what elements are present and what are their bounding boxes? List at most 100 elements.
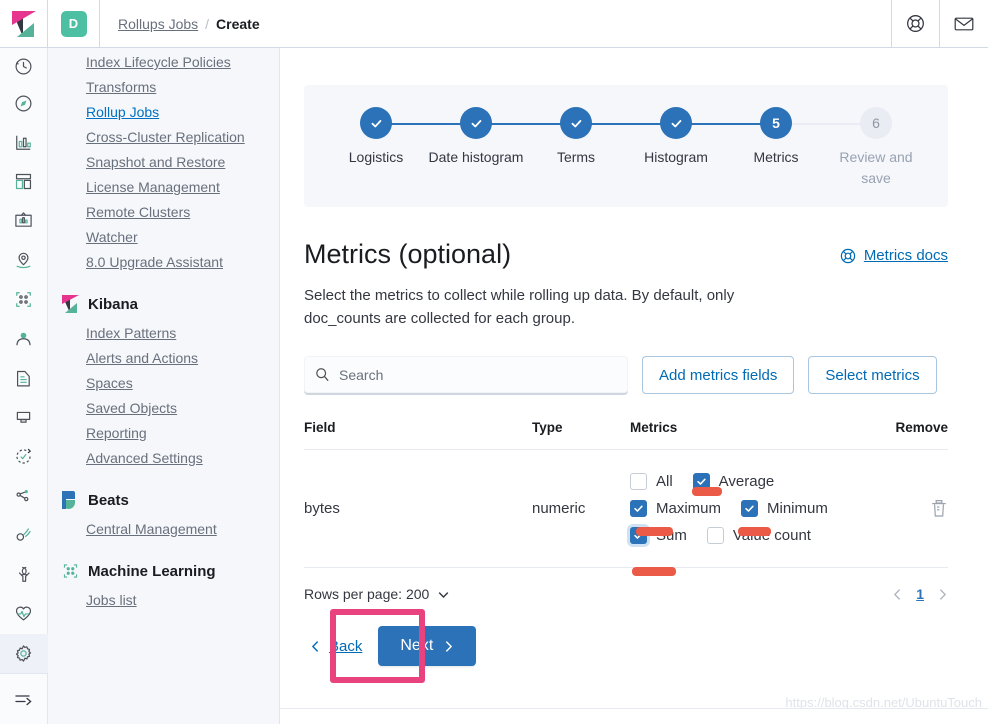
kibana-logo[interactable] [0,0,48,48]
collapse-nav-button[interactable] [0,672,48,724]
red-annotation-mark-3 [738,527,771,536]
select-metrics-button[interactable]: Select metrics [808,356,937,394]
rail-button-monitoring[interactable] [0,594,48,633]
red-annotation-mark-2 [636,527,673,536]
rail-button-visualize[interactable] [0,123,48,162]
rail-button-dev-tools[interactable] [0,555,48,594]
rail-button-logs[interactable] [0,358,48,397]
nav-item-index-patterns[interactable]: Index Patterns [48,321,279,346]
checkbox-label: Average [718,473,775,490]
red-annotation-mark-4 [632,567,676,576]
nav-item-8-0-upgrade-assistant[interactable]: 8.0 Upgrade Assistant [48,250,279,275]
kibana-mark-icon [62,295,79,313]
nav-item-license-management[interactable]: License Management [48,175,279,200]
add-metrics-fields-button[interactable]: Add metrics fields [642,356,795,394]
stepper-step-logistics[interactable]: Logistics [326,107,426,189]
stepper-step-histogram[interactable]: Histogram [626,107,726,189]
step-label: Review and save [839,149,913,186]
rail-button-graph[interactable] [0,516,48,555]
metrics-docs-link[interactable]: Metrics docs [840,237,948,264]
rows-per-page-selector[interactable]: Rows per page: 200 [304,586,450,602]
rail-button-siem[interactable] [0,476,48,515]
nav-item-reporting[interactable]: Reporting [48,421,279,446]
step-circle [560,107,592,139]
rail-button-apm[interactable] [0,398,48,437]
global-header: D Rollups Jobs / Create [0,0,988,48]
breadcrumb: Rollups Jobs / Create [100,16,260,32]
primary-nav-rail [0,48,48,724]
breadcrumb-item-create: Create [216,15,260,32]
metrics-table: Field Type Metrics Remove bytes numeric … [304,420,948,576]
nav-item-cross-cluster-replication[interactable]: Cross-Cluster Replication [48,125,279,150]
chevron-right-icon[interactable] [937,588,948,601]
remove-field-button[interactable] [880,499,948,518]
nav-item-watcher[interactable]: Watcher [48,225,279,250]
help-button[interactable] [892,0,940,48]
rail-button-maps[interactable] [0,241,48,280]
stepper-step-metrics[interactable]: 5 Metrics [726,107,826,189]
rail-button-infrastructure[interactable] [0,319,48,358]
rail-button-canvas[interactable] [0,201,48,240]
wizard-stepper: Logistics Date histogram Terms Histogram 5 Me… [304,85,948,207]
nav-item-alerts-and-actions[interactable]: Alerts and Actions [48,346,279,371]
metric-checkbox-maximum[interactable]: Maximum [630,500,721,517]
rail-button-dashboard[interactable] [0,162,48,201]
rail-button-uptime[interactable] [0,437,48,476]
canvas-icon [14,211,33,230]
next-label: Next [400,637,434,654]
step-circle [460,107,492,139]
nav-item-rollup-jobs[interactable]: Rollup Jobs [48,100,279,125]
checkbox-label: All [656,473,673,490]
search-input[interactable] [339,366,617,383]
rail-button-recently-viewed[interactable] [0,50,48,83]
stepper-step-terms[interactable]: Terms [526,107,626,189]
chevron-down-icon [437,588,450,601]
nav-item-transforms[interactable]: Transforms [48,75,279,100]
nav-item-saved-objects[interactable]: Saved Objects [48,396,279,421]
back-button[interactable]: Back [304,630,368,663]
search-field-wrapper[interactable] [304,356,628,394]
recently-viewed-icon [14,57,33,76]
kibana-app-window: Create rollup job LogisticsDate histogra… [0,0,988,724]
step-label: Metrics [753,149,799,165]
nav-item-spaces[interactable]: Spaces [48,371,279,396]
nav-item-advanced-settings[interactable]: Advanced Settings [48,446,279,471]
siem-icon [14,487,33,506]
logs-icon [14,369,33,388]
dashboard-icon [14,172,33,191]
page-number-1[interactable]: 1 [916,586,924,602]
trash-icon [930,499,948,518]
beats-mark-icon [62,491,79,509]
nav-item-index-lifecycle-policies[interactable]: Index Lifecycle Policies [48,50,279,75]
space-switcher-button[interactable]: D [48,0,100,48]
nav-item-jobs-list[interactable]: Jobs list [48,588,279,613]
metrics-checkbox-line: All Average [630,473,880,490]
metric-checkbox-minimum[interactable]: Minimum [741,500,828,517]
wizard-actions: Back Next [304,609,948,683]
nav-group-beats: Beats [48,491,279,509]
nav-item-snapshot-and-restore[interactable]: Snapshot and Restore [48,150,279,175]
table-header-row: Field Type Metrics Remove [304,420,948,450]
nav-item-remote-clusters[interactable]: Remote Clusters [48,200,279,225]
pagination: 1 [892,586,948,602]
stepper-step-date-histogram[interactable]: Date histogram [426,107,526,189]
rail-button-discover[interactable] [0,83,48,122]
metric-checkbox-all[interactable]: All [630,473,673,490]
stepper-step-review-and-save[interactable]: 6 Review and save [826,107,926,189]
checkbox-box [630,500,647,517]
chevron-left-icon[interactable] [892,588,903,601]
section-description: Select the metrics to collect while roll… [304,287,735,327]
metrics-section-header: Metrics (optional) Metrics docs [304,237,948,271]
nav-group-kibana: Kibana [48,295,279,313]
rail-button-machine-learning[interactable] [0,280,48,319]
nav-item-central-management[interactable]: Central Management [48,517,279,542]
header-spacer [260,0,892,48]
next-button[interactable]: Next [378,626,477,666]
nav-group-title: Beats [88,491,129,509]
checkbox-label: Maximum [656,500,722,517]
breadcrumb-item-rollups-jobs[interactable]: Rollups Jobs [118,16,198,32]
rail-button-management[interactable] [0,633,48,673]
red-annotation-mark-1 [692,487,722,496]
breadcrumb-separator: / [205,15,210,32]
mail-button[interactable] [940,0,988,48]
